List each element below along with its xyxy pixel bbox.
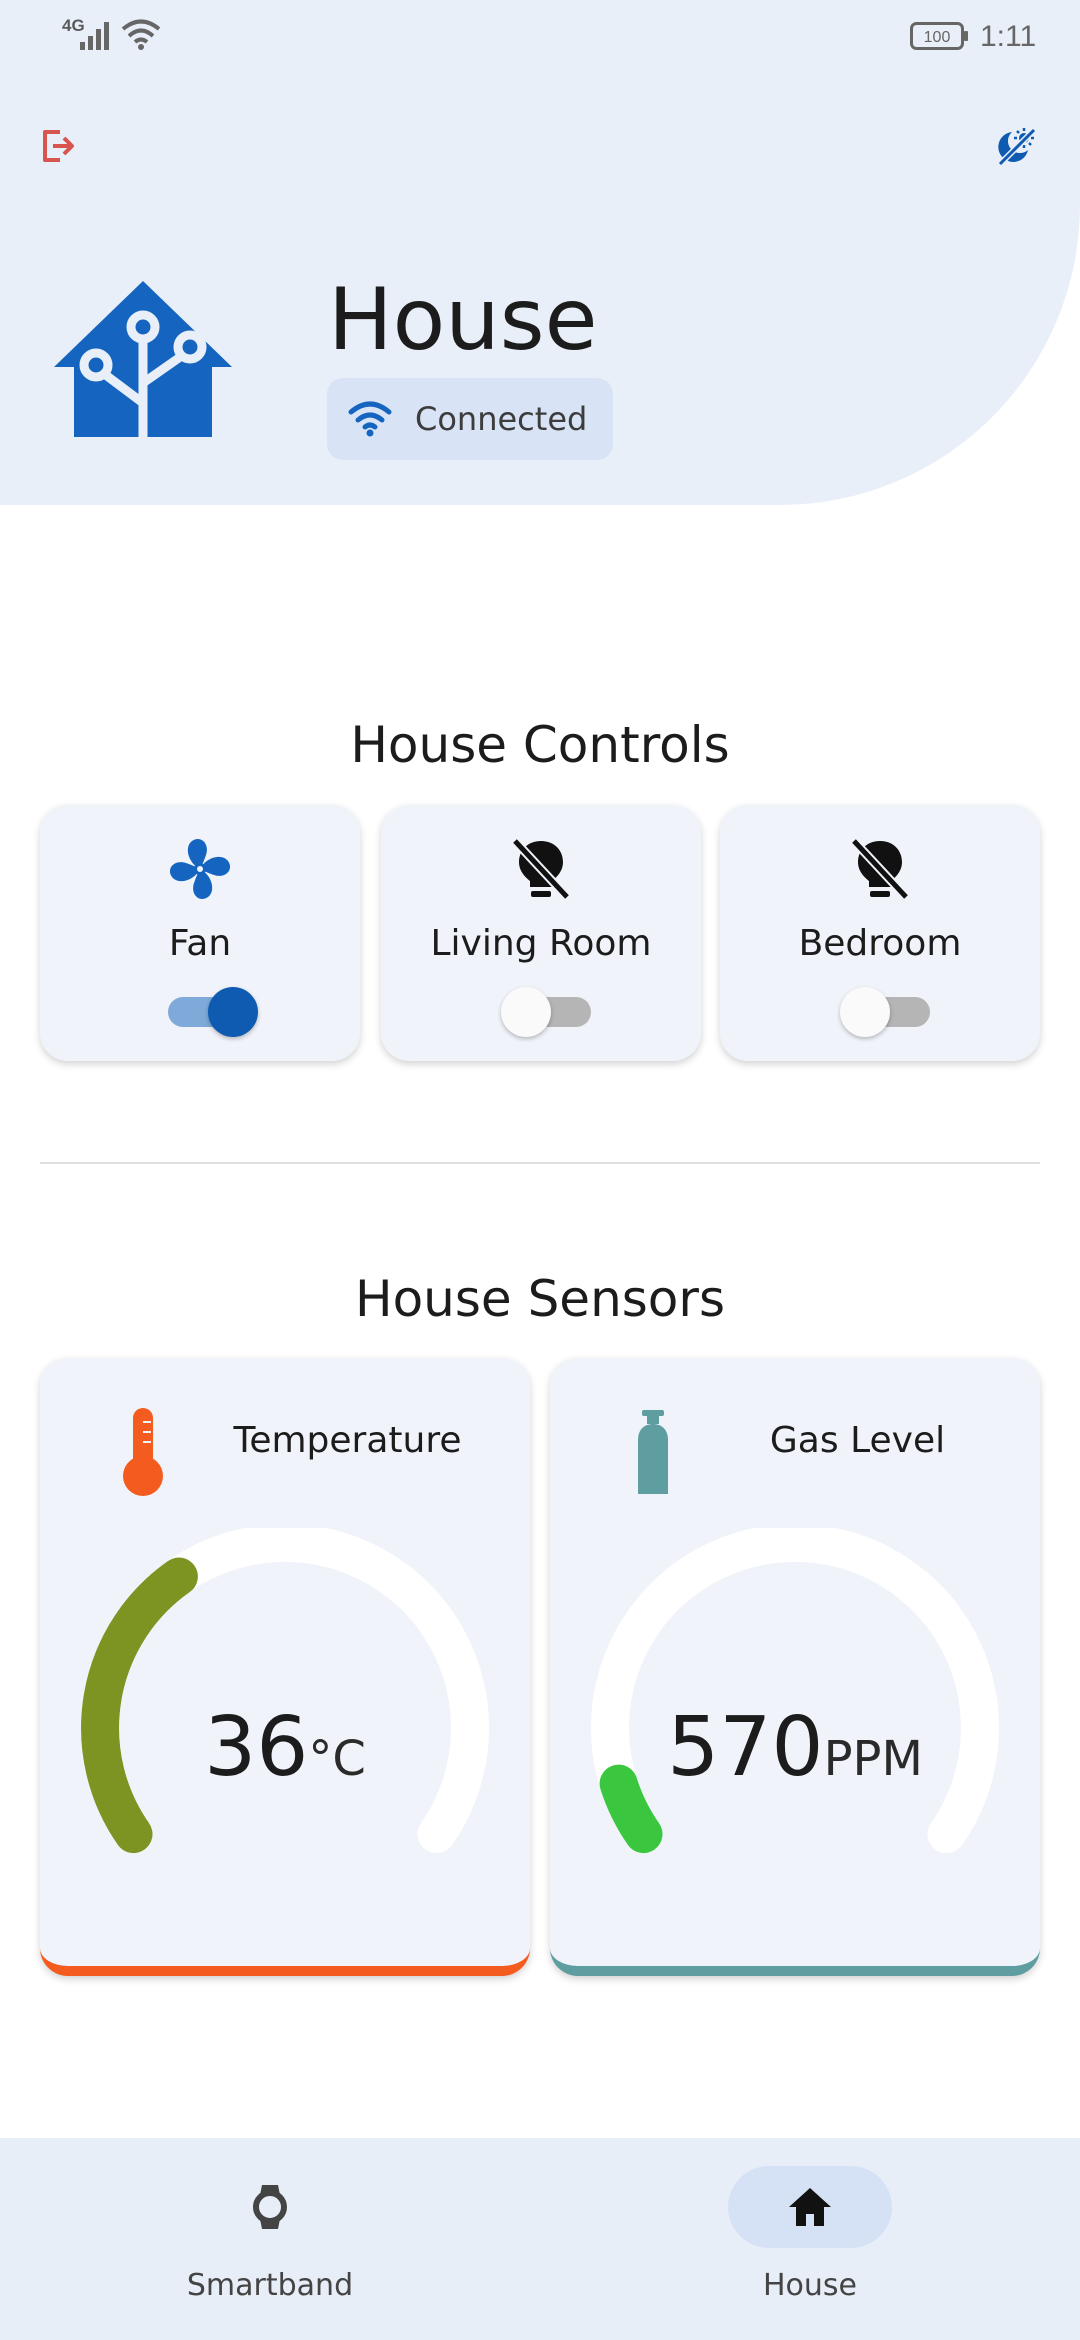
toggle-thumb (208, 987, 258, 1037)
signal-icon (80, 22, 109, 50)
temperature-unit: °C (308, 1731, 366, 1787)
home-assistant-logo (54, 281, 232, 437)
nav-label-smartband: Smartband (186, 2268, 354, 2303)
fan-icon (169, 838, 231, 900)
wifi-status-icon (121, 19, 161, 50)
theme-mode-button[interactable] (988, 118, 1044, 174)
control-card-bedroom[interactable]: Bedroom (720, 805, 1040, 1061)
logout-icon (43, 130, 74, 162)
control-label-fan: Fan (168, 923, 232, 964)
control-label-bedroom: Bedroom (798, 923, 962, 964)
sensors-section-title: House Sensors (354, 1270, 726, 1328)
thermometer-icon (123, 1408, 163, 1496)
temperature-value: 36 (204, 1700, 309, 1795)
status-time: 1:11 (980, 20, 1037, 53)
sensor-card-temperature: Temperature 36°C (40, 1358, 530, 1976)
connection-status-text: Connected (415, 400, 588, 438)
lightbulb-off-icon (850, 837, 910, 901)
gas-level-value: 570 (667, 1700, 824, 1795)
sensor-label-gas-level: Gas Level (769, 1420, 946, 1461)
battery-level: 100 (924, 29, 951, 46)
gas-level-readout: 570PPM (550, 1700, 1040, 1795)
status-bar: 4G 100 1:11 (0, 0, 1080, 70)
gas-cylinder-icon (638, 1410, 668, 1494)
control-card-fan[interactable]: Fan (40, 805, 360, 1061)
connection-status-chip: Connected (327, 378, 613, 460)
nav-label-house: House (762, 2268, 857, 2303)
home-icon (789, 2188, 831, 2226)
theme-mode-icon (997, 127, 1037, 167)
toggle-thumb (840, 987, 890, 1037)
fan-toggle[interactable] (168, 983, 258, 1037)
gas-level-unit: PPM (823, 1731, 923, 1787)
battery-icon: 100 (910, 22, 968, 50)
section-divider (40, 1162, 1040, 1164)
logout-button[interactable] (30, 118, 86, 174)
wifi-icon (348, 401, 392, 437)
temperature-readout: 36°C (40, 1700, 530, 1795)
control-card-living-room[interactable]: Living Room (381, 805, 701, 1061)
nav-item-smartband[interactable]: Smartband (120, 2166, 420, 2316)
watch-icon (253, 2185, 287, 2229)
nav-item-house[interactable]: House (660, 2166, 960, 2316)
toggle-thumb (501, 987, 551, 1037)
lightbulb-off-icon (511, 837, 571, 901)
page-title: House (328, 270, 598, 370)
controls-section-title: House Controls (350, 716, 730, 774)
sensor-card-gas-level: Gas Level 570PPM (550, 1358, 1040, 1976)
sensor-label-temperature: Temperature (233, 1420, 462, 1461)
bottom-navigation: Smartband House (0, 2138, 1080, 2340)
control-label-living-room: Living Room (430, 923, 652, 964)
bedroom-toggle[interactable] (840, 983, 930, 1037)
living-room-toggle[interactable] (501, 983, 591, 1037)
